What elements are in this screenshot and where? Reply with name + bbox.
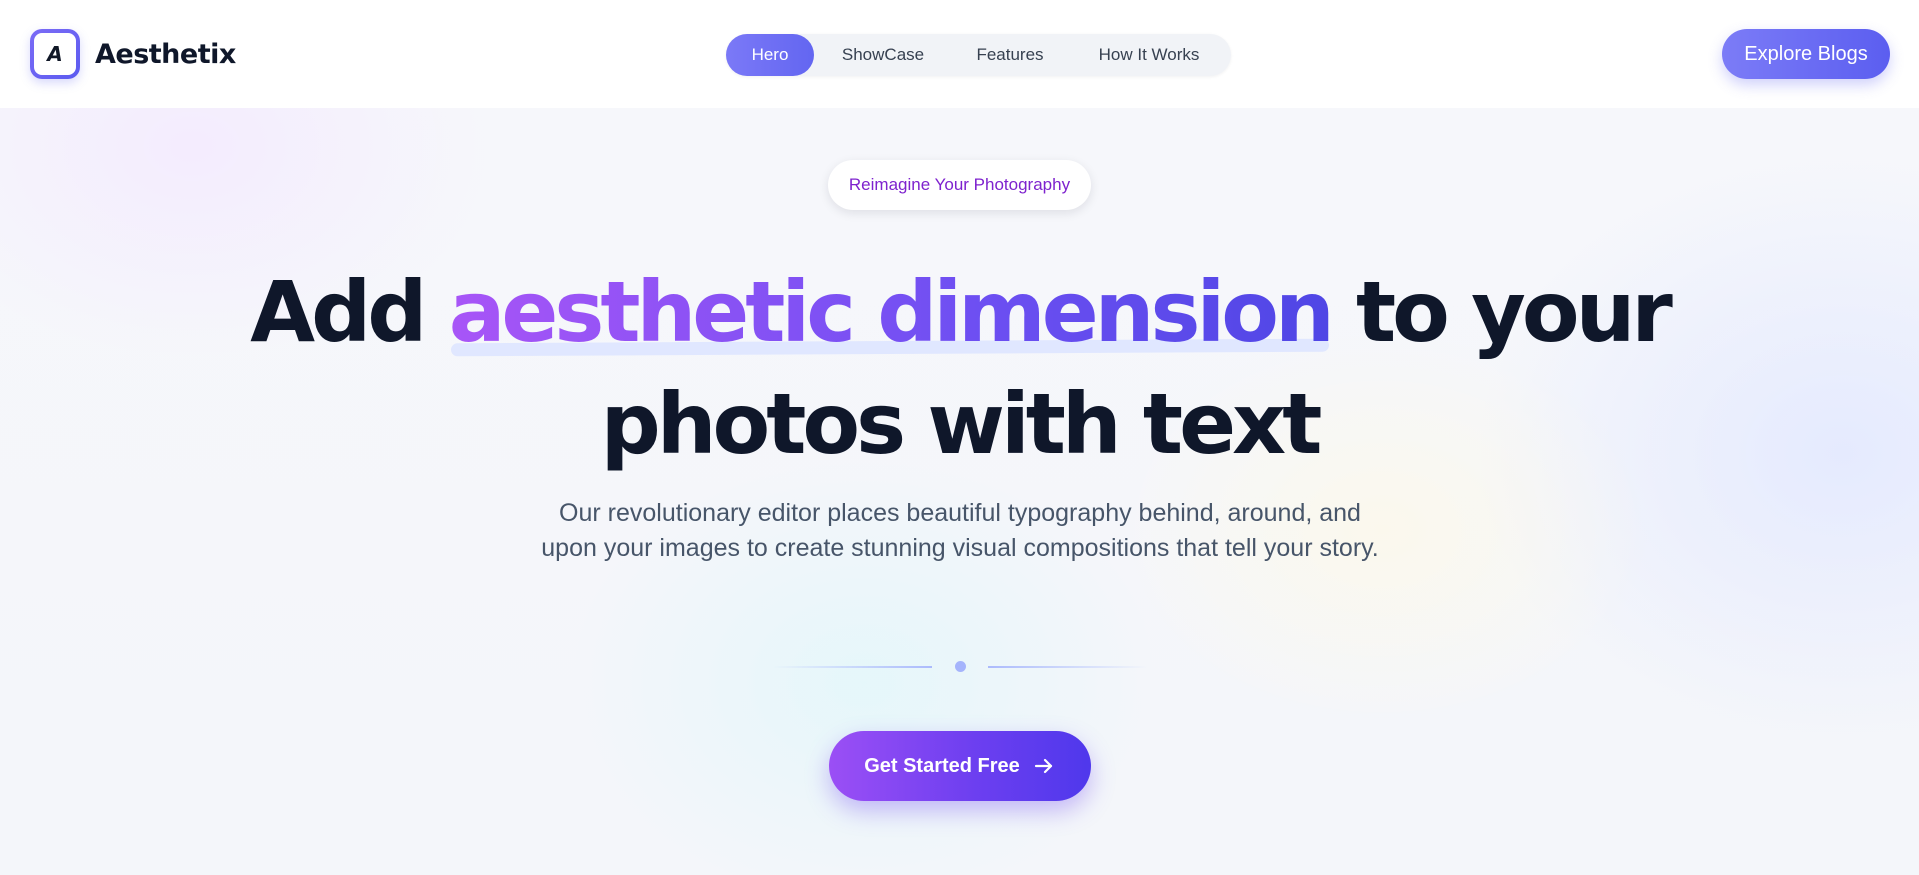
headline-prefix: Add bbox=[250, 263, 427, 361]
explore-blogs-button[interactable]: Explore Blogs bbox=[1722, 29, 1890, 79]
hero-subtitle: Our revolutionary editor places beautifu… bbox=[541, 499, 1379, 562]
hero-section: Reimagine Your Photography Add aesthetic… bbox=[0, 108, 1919, 875]
decorative-divider bbox=[772, 660, 1148, 674]
nav-item-how-it-works[interactable]: How It Works bbox=[1068, 34, 1230, 76]
brand[interactable]: A Aesthetix bbox=[30, 29, 236, 79]
arrow-right-icon bbox=[1032, 754, 1056, 778]
top-navbar: A Aesthetix Hero ShowCase Features How I… bbox=[0, 0, 1919, 108]
hero-headline: Add aesthetic dimension to your photos w… bbox=[0, 256, 1919, 480]
headline-accent: aesthetic dimension bbox=[448, 263, 1335, 361]
headline-accent-wrap: aesthetic dimension bbox=[448, 256, 1335, 368]
nav-item-features[interactable]: Features bbox=[952, 34, 1068, 76]
logo-letter: A bbox=[34, 33, 76, 75]
get-started-button[interactable]: Get Started Free bbox=[829, 731, 1091, 801]
divider-dot bbox=[955, 661, 966, 672]
divider-line-left bbox=[772, 666, 932, 668]
section-nav: Hero ShowCase Features How It Works bbox=[726, 34, 1231, 76]
headline-line-2: photos with text bbox=[600, 375, 1323, 473]
headline-suffix: to your bbox=[1356, 263, 1673, 361]
headline-line-1: Add aesthetic dimension to your bbox=[0, 256, 1919, 368]
nav-item-showcase[interactable]: ShowCase bbox=[814, 34, 952, 76]
hero-tag-badge: Reimagine Your Photography bbox=[828, 160, 1091, 210]
nav-item-hero[interactable]: Hero bbox=[726, 34, 814, 76]
logo-icon[interactable]: A bbox=[30, 29, 80, 79]
brand-name: Aesthetix bbox=[95, 38, 236, 70]
get-started-label: Get Started Free bbox=[864, 754, 1020, 777]
divider-line-right bbox=[988, 666, 1148, 668]
